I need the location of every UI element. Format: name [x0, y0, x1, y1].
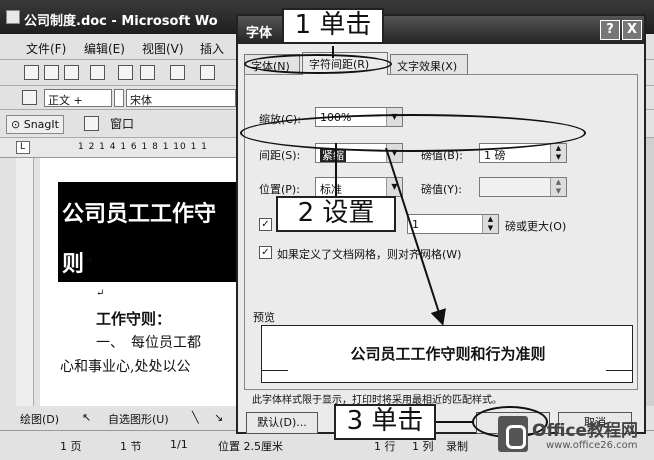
tab-highlight-ellipse — [244, 54, 392, 74]
callout-step3: 3 单击 — [334, 404, 436, 440]
spacing-highlight-ellipse — [240, 114, 586, 152]
watermark-url: www.office26.com — [546, 440, 638, 451]
site-watermark: Office教程网 www.office26.com — [490, 410, 654, 460]
callout-step2: 2 设置 — [276, 196, 396, 232]
preview-arrow — [385, 147, 446, 326]
office-logo-icon — [498, 416, 528, 452]
watermark-brand: Office教程网 — [532, 421, 639, 441]
callout-step1: 1 单击 — [282, 8, 384, 44]
